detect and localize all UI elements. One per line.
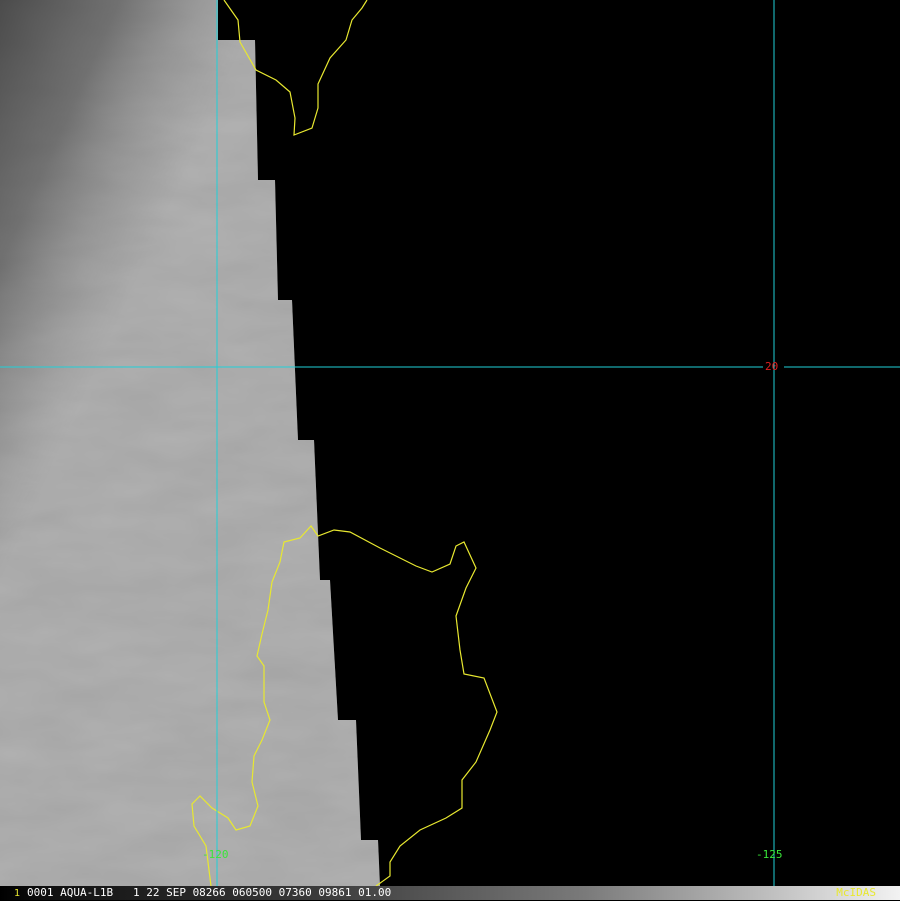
lon-label-120: -120 [202,848,229,861]
satellite-map [0,0,900,886]
frame-number: 1 [14,888,21,899]
mcidas-label: McIDAS [836,886,876,899]
lat-label-20: 20 [765,360,779,373]
status-text: 0001 AQUA-L1B 1 22 SEP 08266 060500 0736… [27,886,392,899]
status-bar: 1 0001 AQUA-L1B 1 22 SEP 08266 060500 07… [0,886,900,900]
lon-label-125: -125 [756,848,783,861]
